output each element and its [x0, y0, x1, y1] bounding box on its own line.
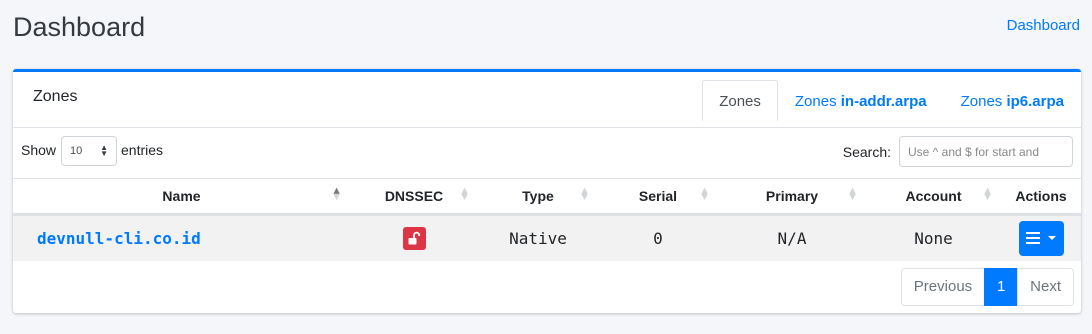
table-controls: Show 10 ▲ ▼ entries Search: [13, 128, 1081, 176]
column-header-type[interactable]: Type ▲ ▼ [478, 179, 598, 215]
column-header-serial[interactable]: Serial ▲ ▼ [598, 179, 718, 215]
sort-icon: ▲ ▼ [579, 185, 590, 203]
cell-primary: N/A [777, 228, 807, 248]
card-header: Zones Zones Zones in-addr.arpa Zones ip6… [13, 72, 1081, 128]
actions-menu-button[interactable] [1018, 220, 1064, 256]
next-page-button[interactable]: Next [1017, 268, 1074, 306]
menu-icon [1026, 232, 1040, 245]
unlocked-icon [408, 231, 420, 245]
table-header-row: Name ▲ ▼ DNSSEC ▲ ▼ Type ▲ ▼ Serial ▲ ▼ Primary ▲… [13, 178, 1081, 215]
tab-label-prefix: Zones [794, 93, 841, 110]
cell-dnssec [350, 215, 478, 261]
zone-name-link[interactable]: devnull-cli.co.id [37, 229, 201, 248]
sort-ascending-icon: ▲ ▼ [331, 185, 342, 203]
table-row: devnull-cli.co.id Native 0 N/A None [13, 214, 1081, 261]
tab-label-suffix: ip6.arpa [1006, 93, 1064, 110]
tab-zones-label: Zones [719, 93, 761, 110]
search-input[interactable] [899, 136, 1073, 167]
search-label: Search: [842, 144, 891, 160]
card-title: Zones [33, 88, 78, 105]
column-label: Actions [1015, 188, 1067, 204]
cell-serial: 0 [653, 228, 663, 248]
zones-table: Name ▲ ▼ DNSSEC ▲ ▼ Type ▲ ▼ Serial ▲ ▼ Primary ▲… [13, 178, 1081, 261]
column-label: Name [162, 188, 201, 204]
sort-icon: ▲ ▼ [847, 185, 858, 203]
cell-name: devnull-cli.co.id [13, 215, 350, 261]
column-header-name[interactable]: Name ▲ ▼ [13, 179, 350, 215]
tab-zones-ip6-arpa[interactable]: Zones ip6.arpa [944, 80, 1081, 121]
entries-label: entries [121, 142, 164, 158]
tab-zones-in-addr-arpa[interactable]: Zones in-addr.arpa [778, 80, 944, 121]
dnssec-unlocked-button[interactable] [402, 226, 426, 250]
column-header-primary[interactable]: Primary ▲ ▼ [718, 179, 866, 215]
column-header-actions: Actions [1001, 179, 1081, 215]
zones-card: Zones Zones Zones in-addr.arpa Zones ip6… [13, 69, 1081, 313]
chevron-down-icon [1048, 236, 1056, 241]
cell-type: Native [509, 228, 567, 248]
column-header-account[interactable]: Account ▲ ▼ [866, 179, 1001, 215]
page-title: Dashboard [13, 12, 146, 42]
column-label: Type [522, 188, 554, 204]
sort-icon: ▲ ▼ [699, 185, 710, 203]
sort-icon: ▲ ▼ [982, 185, 993, 203]
column-label: Primary [765, 188, 819, 204]
breadcrumb-dashboard-link[interactable]: Dashboard [1007, 17, 1080, 34]
tab-label-suffix: in-addr.arpa [840, 93, 927, 110]
cell-actions [1001, 215, 1081, 261]
column-header-dnssec[interactable]: DNSSEC ▲ ▼ [350, 179, 478, 215]
column-label: DNSSEC [384, 188, 444, 204]
zone-tabs: Zones Zones in-addr.arpa Zones ip6.arpa [702, 80, 1081, 128]
cell-account: None [914, 228, 953, 248]
column-label: Account [905, 188, 962, 204]
column-label: Serial [638, 188, 678, 204]
updown-caret-icon: ▲ ▼ [100, 143, 108, 158]
entries-per-page-select[interactable]: 10 ▲ ▼ [61, 136, 117, 166]
entries-select-value: 10 [70, 145, 83, 157]
tab-label-prefix: Zones [960, 93, 1007, 110]
page-1-button[interactable]: 1 [984, 268, 1019, 306]
tab-zones[interactable]: Zones [702, 80, 778, 122]
sort-icon: ▲ ▼ [459, 185, 470, 203]
pagination: Previous 1 Next [900, 268, 1074, 306]
previous-page-button[interactable]: Previous [900, 268, 986, 306]
show-label: Show [21, 142, 57, 158]
